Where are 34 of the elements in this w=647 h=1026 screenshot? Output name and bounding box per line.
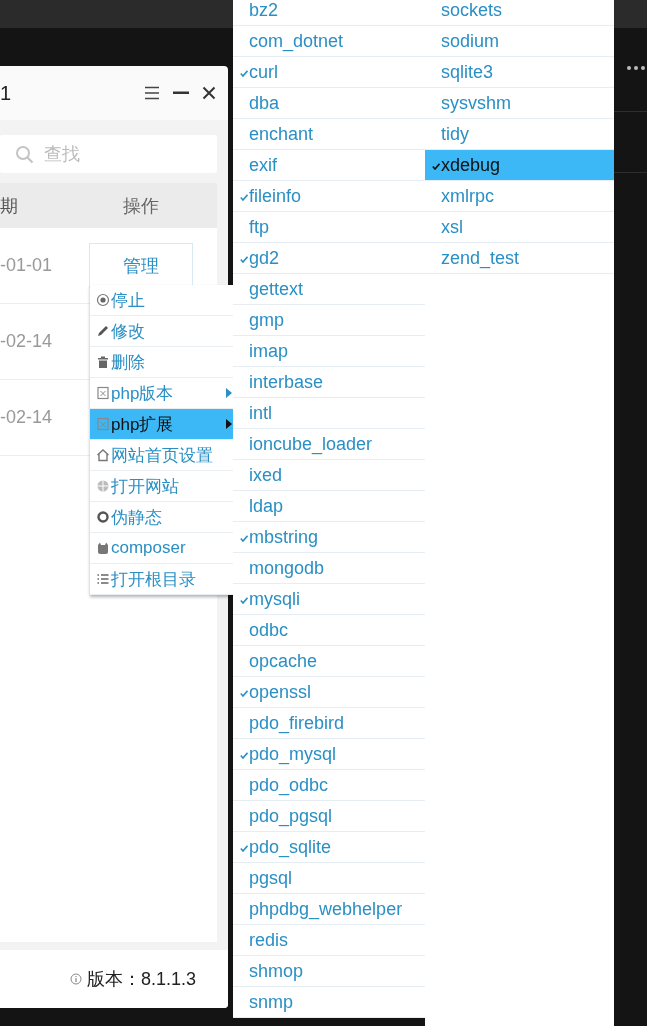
extension-item[interactable]: zend_test [425, 243, 614, 274]
more-icon[interactable] [626, 65, 646, 71]
minimize-icon[interactable] [173, 91, 189, 95]
extension-item[interactable]: sodium [425, 26, 614, 57]
extension-item[interactable]: sockets [425, 0, 614, 26]
column-header: 操作 [122, 194, 160, 218]
window-title: 1 [0, 81, 12, 105]
extension-item[interactable]: xsl [425, 212, 614, 243]
menu-item-icon [96, 541, 110, 555]
search-icon [15, 145, 34, 164]
menu-item-icon [96, 386, 110, 400]
menu-item-icon [96, 355, 110, 369]
menu-icon[interactable] [144, 86, 160, 100]
extension-item[interactable]: xdebug [425, 150, 614, 181]
date-cell-text: -01-01 [0, 255, 54, 276]
menu-item-icon [96, 510, 110, 524]
close-icon[interactable] [202, 86, 216, 100]
menu-item-icon [96, 448, 110, 462]
date-cell-text: -02-14 [0, 407, 54, 428]
extension-item[interactable]: sysvshm [425, 88, 614, 119]
search-field[interactable]: 查找 [0, 135, 217, 173]
date-cell-text: -02-14 [0, 331, 54, 352]
manage-button[interactable]: 管理 [89, 243, 193, 288]
menu-item-icon [96, 324, 110, 338]
menu-item-icon [96, 572, 110, 586]
menu-item[interactable]: php扩展 [90, 409, 233, 440]
extension-item[interactable]: xmlrpc [425, 181, 614, 212]
version-text: 版本：8.1.1.3 [86, 968, 196, 991]
extension-item[interactable]: sqlite3 [425, 57, 614, 88]
column-header: 期 [0, 194, 19, 218]
menu-item-icon [96, 479, 110, 493]
menu-item-icon [96, 417, 110, 431]
info-icon [69, 973, 82, 985]
menu-item-icon [96, 293, 110, 307]
